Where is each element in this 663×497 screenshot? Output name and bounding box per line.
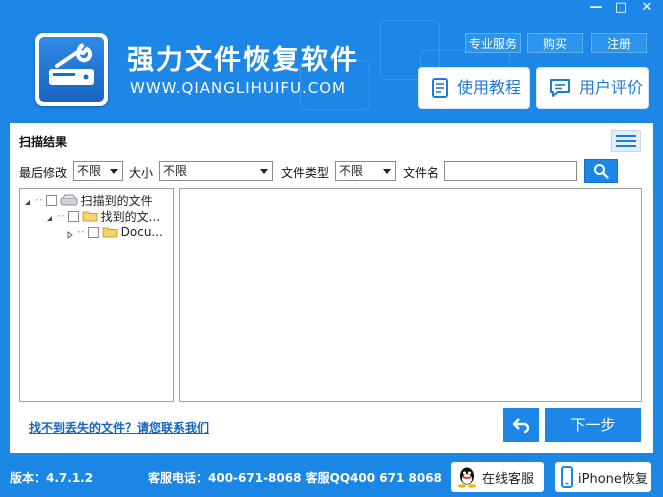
footer: 版本：4.7.1.2 客服电话：400-671-8068 客服QQ400 671… [0, 455, 663, 497]
scan-results-panel: 扫描结果 最后修改 不限 大小 不限 文件类型 不限 文件名 ·· 扫描到的文件… [10, 123, 653, 453]
size-value: 不限 [163, 164, 188, 178]
version-text: 版本：4.7.1.2 [10, 471, 94, 485]
tutorial-button[interactable]: 使用教程 [418, 67, 530, 109]
chevron-down-icon [383, 169, 391, 174]
app-title: 强力文件恢复软件 [127, 45, 359, 76]
tree-node-label: Docu... [120, 225, 163, 239]
folder-tree[interactable]: ·· 扫描到的文件 ·· 找到的文... ·· Docu... [19, 188, 174, 402]
tree-node-scanned-files[interactable]: ·· 扫描到的文件 [24, 192, 153, 208]
collapsed-arrow-icon[interactable] [66, 228, 74, 239]
app-logo [35, 33, 108, 106]
modified-select[interactable]: 不限 [73, 161, 123, 181]
online-service-button[interactable]: 在线客服 [451, 462, 544, 492]
tree-checkbox[interactable] [45, 194, 57, 206]
file-type-value: 不限 [339, 164, 364, 178]
expanded-arrow-icon[interactable] [46, 212, 54, 221]
minimize-button[interactable]: — [585, 0, 607, 16]
file-list-pane[interactable] [179, 188, 642, 402]
buy-link[interactable]: 购买 [527, 33, 583, 53]
app-url: WWW.QIANGLIHUIFU.COM [130, 79, 346, 97]
file-name-input[interactable] [444, 161, 577, 181]
professional-service-link[interactable]: 专业服务 [465, 33, 521, 53]
app-window: 强力文件恢复软件 WWW.QIANGLIHUIFU.COM — □ ✕ 专业服务… [0, 0, 663, 497]
size-label: 大小 [129, 166, 154, 180]
expanded-arrow-icon[interactable] [24, 196, 32, 205]
file-type-select[interactable]: 不限 [335, 161, 396, 181]
back-button[interactable] [503, 408, 539, 442]
contact-info: 客服电话：400-671-8068 客服QQ400 671 8068 [148, 471, 442, 485]
tree-node-label: 找到的文... [100, 209, 161, 224]
tutorial-label: 使用教程 [457, 78, 522, 97]
document-icon [432, 78, 448, 98]
contact-help-link[interactable]: 找不到丢失的文件？请您联系我们 [29, 419, 209, 436]
online-service-label: 在线客服 [482, 471, 535, 487]
folder-icon [102, 227, 118, 238]
maximize-button[interactable]: □ [610, 0, 632, 16]
search-button[interactable] [584, 159, 618, 183]
header: 强力文件恢复软件 WWW.QIANGLIHUIFU.COM — □ ✕ 专业服务… [0, 0, 663, 120]
user-review-label: 用户评价 [579, 78, 644, 97]
menu-icon[interactable] [611, 130, 641, 152]
tree-checkbox[interactable] [87, 226, 99, 238]
tree-node-found-files[interactable]: ·· 找到的文... [46, 208, 160, 224]
folder-icon [82, 211, 98, 222]
chevron-down-icon [260, 169, 268, 174]
drive-icon [60, 194, 78, 206]
chevron-down-icon [110, 169, 118, 174]
iphone-recovery-label: iPhone恢复 [578, 471, 648, 487]
panel-title: 扫描结果 [19, 135, 68, 149]
next-step-button[interactable]: 下一步 [545, 408, 641, 442]
phone-icon [561, 466, 573, 488]
size-select[interactable]: 不限 [159, 161, 273, 181]
chat-bubble-icon [550, 79, 570, 97]
register-link[interactable]: 注册 [591, 33, 647, 53]
tree-node-label: 扫描到的文件 [80, 193, 153, 208]
file-name-label: 文件名 [403, 166, 440, 180]
iphone-recovery-button[interactable]: iPhone恢复 [555, 462, 651, 492]
search-icon [594, 164, 609, 179]
tree-node-documents[interactable]: ·· Docu... [66, 224, 163, 240]
qq-penguin-icon [458, 467, 476, 488]
modified-label: 最后修改 [19, 166, 68, 180]
close-button[interactable]: ✕ [636, 0, 658, 16]
tree-checkbox[interactable] [67, 210, 79, 222]
user-review-button[interactable]: 用户评价 [536, 67, 649, 109]
file-type-label: 文件类型 [281, 166, 330, 180]
modified-value: 不限 [77, 164, 102, 178]
return-arrow-icon [512, 418, 530, 433]
drive-wrench-icon [49, 43, 94, 85]
